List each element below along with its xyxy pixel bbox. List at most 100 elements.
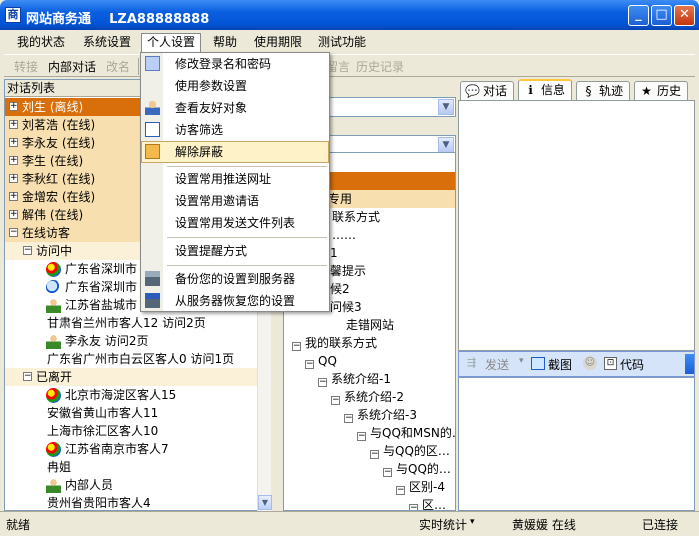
tree-node[interactable]: − 系统介绍-2 [331,388,404,406]
collapse-icon[interactable]: − [9,228,18,237]
menu-item-unblock[interactable]: 解除屏蔽 [141,141,329,163]
menu-test-features[interactable]: 测试功能 [313,33,371,52]
collapse-icon[interactable]: − [305,360,314,369]
menu-item-push-urls[interactable]: 设置常用推送网址 [141,168,329,190]
menu-separator [167,265,327,266]
expand-icon[interactable]: + [9,138,18,147]
collapse-icon[interactable]: − [357,432,366,441]
tree-node[interactable]: − 与QQ的… [383,460,451,478]
menu-system-settings[interactable]: 系统设置 [78,33,136,52]
send-icon: ⇶ [467,356,477,369]
visitor-row[interactable]: 江苏省南京市客人7 [5,440,257,458]
contact-name: 李永友 (在线) [22,136,96,150]
chevron-down-icon[interactable]: ▼ [438,99,454,115]
realtime-stats-button[interactable]: 实时统计 [419,516,467,533]
menu-help[interactable]: 帮助 [208,33,242,52]
tree-node[interactable]: − 系统介绍-1 [318,370,391,388]
tree-node[interactable]: − 系统介绍-3 [344,406,417,424]
collapse-icon[interactable]: − [23,246,32,255]
title-bar[interactable]: 商 网站商务通 LZA88888888 _ □ ✕ [0,0,699,30]
toolbar-divider [138,58,139,75]
internal-chat-button[interactable]: 内部对话 [48,58,96,75]
tree-node[interactable]: …… [332,226,356,244]
visitor-row[interactable]: 甘肃省兰州市客人12 访问2页 [5,314,257,332]
menu-my-status[interactable]: 我的状态 [12,33,70,52]
backup-icon [145,271,160,286]
visitor-row[interactable]: 北京市海淀区客人15 [5,386,257,404]
tree-node[interactable]: 问候3 [330,298,362,316]
group-row-left[interactable]: − 已离开 [5,368,257,386]
menu-item-restore-settings[interactable]: 从服务器恢复您的设置 [141,290,329,312]
chevron-down-icon[interactable]: ▼ [438,137,454,153]
window-title: 网站商务通 LZA88888888 [26,8,209,27]
maximize-icon[interactable]: □ [651,5,672,26]
expand-icon[interactable]: + [9,120,18,129]
collapse-icon[interactable]: − [344,414,353,423]
menu-item-visitor-filter[interactable]: 访客筛选 [141,119,329,141]
tree-node[interactable]: 专用 [328,190,455,208]
menu-item-invite-phrases[interactable]: 设置常用邀请语 [141,190,329,212]
menu-item-change-login[interactable]: 修改登录名和密码 [141,53,329,75]
tab-info[interactable]: ℹ 信息 [518,79,573,100]
expand-icon[interactable]: + [9,210,18,219]
panel-toggle[interactable] [685,354,694,374]
expand-icon[interactable]: + [9,174,18,183]
scroll-down-icon[interactable]: ▼ [258,495,272,510]
visitor-row[interactable]: 安徽省黄山市客人11 [5,404,257,422]
collapse-icon[interactable]: − [292,342,301,351]
contact-name: 李生 (在线) [22,154,84,168]
collapse-icon[interactable]: − [23,372,32,381]
collapse-icon[interactable]: − [318,378,327,387]
visitor-row[interactable]: 上海市徐汇区客人10 [5,422,257,440]
screenshot-button[interactable]: 截图 [548,356,572,373]
visitor-row[interactable]: 冉姐 [5,458,257,476]
close-icon[interactable]: ✕ [674,5,695,26]
send-button[interactable]: 发送 [485,356,509,373]
tree-node[interactable]: − 区… [409,496,446,510]
menu-item-view-friends[interactable]: 查看友好对象 [141,97,329,119]
transfer-button[interactable]: 转接 [14,58,38,75]
menu-separator [167,166,327,167]
tree-node[interactable]: − 区别-4 [396,478,445,496]
contact-name: 李秋红 (在线) [22,172,96,186]
history-button[interactable]: 历史记录 [356,58,404,75]
expand-icon[interactable]: + [9,192,18,201]
collapse-icon[interactable]: − [409,504,418,510]
expand-icon[interactable]: + [9,102,18,111]
tree-node[interactable]: − 与QQ和MSN的… [357,424,455,442]
menu-item-file-list[interactable]: 设置常用发送文件列表 [141,212,329,234]
code-button[interactable]: 代码 [620,356,644,373]
collapse-icon[interactable]: − [331,396,340,405]
chevron-down-icon[interactable]: ▾ [470,517,475,527]
tree-node[interactable]: − 我的联系方式 [292,334,377,352]
emoji-icon[interactable]: ☺ [583,356,597,370]
menu-item-reminder[interactable]: 设置提醒方式 [141,240,329,262]
collapse-icon[interactable]: − [396,486,405,495]
visitor-row[interactable]: 李永友 访问2页 [5,332,257,350]
menu-item-usage-params[interactable]: 使用参数设置 [141,75,329,97]
tab-chat[interactable]: 💬 对话 [460,81,515,100]
menu-personal-settings[interactable]: 个人设置 [141,33,202,52]
chevron-down-icon[interactable]: ▾ [519,356,524,366]
tree-node[interactable]: 候2 [330,280,350,298]
expand-icon[interactable]: + [9,156,18,165]
minimize-icon[interactable]: _ [628,5,649,26]
collapse-icon[interactable]: − [383,468,392,477]
tab-track[interactable]: § 轨迹 [576,81,631,100]
menu-usage-period[interactable]: 使用期限 [249,33,307,52]
tree-node[interactable]: − QQ [305,352,337,370]
visitor-row[interactable]: 内部人员 [5,476,257,494]
menu-item-backup-settings[interactable]: 备份您的设置到服务器 [141,268,329,290]
tree-node[interactable]: 1 [330,244,338,262]
visitor-row[interactable]: 贵州省贵阳市客人4 [5,494,257,512]
tree-node[interactable]: 走错网站 [346,316,394,334]
visitor-label: 内部人员 [65,478,114,492]
tree-node[interactable]: 联系方式 [332,208,380,226]
visitor-row[interactable]: 广东省广州市白云区客人0 访问1页 [5,350,257,368]
tree-node[interactable]: 馨提示 [330,262,366,280]
collapse-icon[interactable]: − [370,450,379,459]
message-input[interactable] [458,377,695,511]
tab-history[interactable]: ★ 历史 [634,81,689,100]
rename-button[interactable]: 改名 [106,58,130,75]
tree-node[interactable]: − 与QQ的区… [370,442,450,460]
